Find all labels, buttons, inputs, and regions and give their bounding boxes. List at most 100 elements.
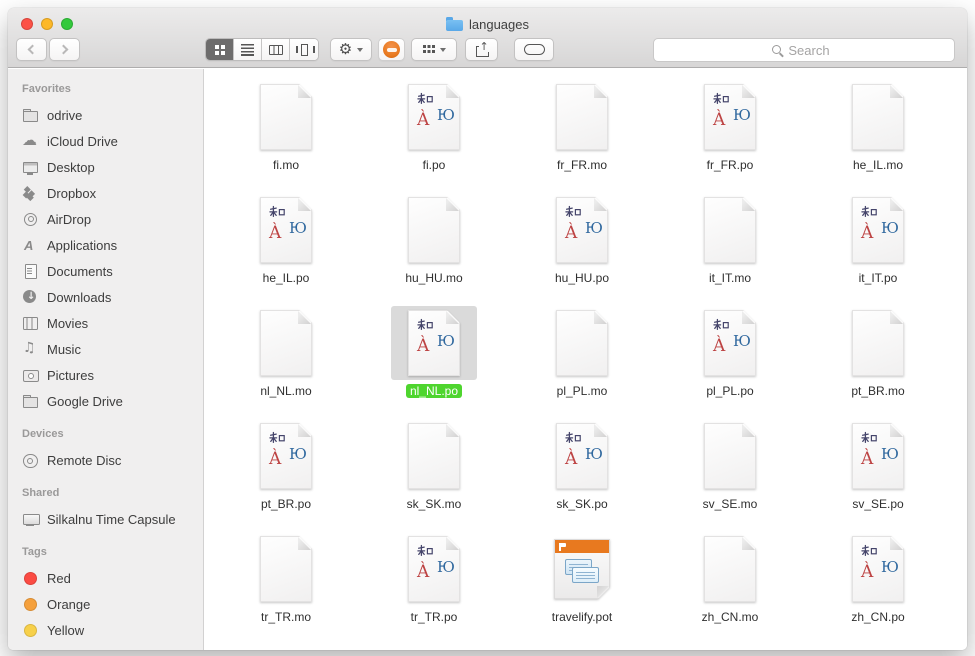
mo-file-icon	[260, 84, 312, 150]
sidebar-item-red[interactable]: Red	[8, 565, 203, 591]
sidebar-item-desktop[interactable]: Desktop	[8, 154, 203, 180]
sidebar-item-music[interactable]: Music	[8, 336, 203, 362]
column-view-button[interactable]	[262, 39, 290, 60]
forward-button[interactable]	[49, 38, 80, 61]
sidebar-item-label: Silkalnu Time Capsule	[47, 512, 176, 527]
file-icon-box: ÀЮ	[687, 80, 773, 154]
file-it_IT.po[interactable]: ÀЮit_IT.po	[804, 182, 952, 295]
po-file-icon: ÀЮ	[408, 84, 460, 150]
share-button[interactable]	[465, 38, 498, 61]
mo-file-icon	[260, 310, 312, 376]
cyrillic-glyph: Ю	[437, 108, 455, 123]
back-button[interactable]	[16, 38, 47, 61]
file-fr_FR.mo[interactable]: fr_FR.mo	[508, 69, 656, 182]
cjk-glyph	[713, 318, 729, 332]
file-nl_NL.mo[interactable]: nl_NL.mo	[212, 295, 360, 408]
file-icon-box: ÀЮ	[391, 532, 477, 606]
arrange-menu-button[interactable]	[411, 38, 457, 61]
po-file-icon: ÀЮ	[852, 423, 904, 489]
action-menu-button[interactable]: ⚙	[330, 38, 372, 61]
file-it_IT.mo[interactable]: it_IT.mo	[656, 182, 804, 295]
sidebar-item-remote-disc[interactable]: Remote Disc	[8, 447, 203, 473]
file-he_IL.po[interactable]: ÀЮhe_IL.po	[212, 182, 360, 295]
file-name: pt_BR.po	[257, 496, 315, 512]
file-icon	[704, 197, 756, 263]
sidebar-item-pictures[interactable]: Pictures	[8, 362, 203, 388]
sidebar-item-movies[interactable]: Movies	[8, 310, 203, 336]
poedit-app-button[interactable]	[378, 38, 405, 61]
file-zh_CN.po[interactable]: ÀЮ zh_CN.po	[804, 521, 952, 634]
po-file-icon: ÀЮ	[408, 536, 460, 602]
latin-glyph: À	[713, 338, 725, 355]
file-pt_BR.po[interactable]: ÀЮpt_BR.po	[212, 408, 360, 521]
po-file-icon: ÀЮ	[556, 197, 608, 263]
sidebar-item-silkalnu-time-capsule[interactable]: Silkalnu Time Capsule	[8, 506, 203, 532]
file-pl_PL.mo[interactable]: pl_PL.mo	[508, 295, 656, 408]
sidebar-item-label: Green	[47, 649, 83, 651]
cloud-icon	[22, 134, 39, 149]
sidebar-item-orange[interactable]: Orange	[8, 591, 203, 617]
sidebar-item-yellow[interactable]: Yellow	[8, 617, 203, 643]
file-icon: ÀЮ	[556, 197, 608, 263]
file-sk_SK.mo[interactable]: sk_SK.mo	[360, 408, 508, 521]
file-icon: ÀЮ	[260, 197, 312, 263]
file-icon	[852, 84, 904, 150]
file-hu_HU.po[interactable]: ÀЮhu_HU.po	[508, 182, 656, 295]
file-sv_SE.po[interactable]: ÀЮsv_SE.po	[804, 408, 952, 521]
file-nl_NL.po[interactable]: ÀЮnl_NL.po	[360, 295, 508, 408]
file-zh_CN.mo[interactable]: zh_CN.mo	[656, 521, 804, 634]
sidebar-item-green[interactable]: Green	[8, 643, 203, 650]
pot-orange-band	[555, 540, 609, 553]
cjk-glyph	[565, 431, 581, 445]
file-sk_SK.po[interactable]: ÀЮsk_SK.po	[508, 408, 656, 521]
folder-icon	[22, 108, 39, 123]
sidebar-item-label: Pictures	[47, 368, 94, 383]
file-icon-box: ÀЮ	[539, 193, 625, 267]
coverflow-view-button[interactable]	[290, 39, 318, 60]
file-name: sk_SK.mo	[403, 496, 466, 512]
search-icon	[771, 44, 784, 57]
latin-glyph: À	[565, 451, 577, 468]
sidebar-section-title: Favorites	[8, 69, 203, 102]
latin-glyph: À	[861, 451, 873, 468]
cyrillic-glyph: Ю	[437, 334, 455, 349]
sidebar-item-icloud-drive[interactable]: iCloud Drive	[8, 128, 203, 154]
file-icon-box: ÀЮ	[835, 532, 921, 606]
sidebar-item-google-drive[interactable]: Google Drive	[8, 388, 203, 414]
sidebar-item-documents[interactable]: Documents	[8, 258, 203, 284]
icon-view-button[interactable]	[206, 39, 234, 60]
latin-glyph: À	[269, 451, 281, 468]
search-field[interactable]	[653, 38, 955, 62]
file-name: zh_CN.po	[847, 609, 908, 625]
mo-file-icon	[556, 84, 608, 150]
sidebar-item-odrive[interactable]: odrive	[8, 102, 203, 128]
file-name: it_IT.po	[855, 270, 902, 286]
file-hu_HU.mo[interactable]: hu_HU.mo	[360, 182, 508, 295]
file-tr_TR.po[interactable]: ÀЮtr_TR.po	[360, 521, 508, 634]
sidebar-item-dropbox[interactable]: Dropbox	[8, 180, 203, 206]
file-fr_FR.po[interactable]: ÀЮfr_FR.po	[656, 69, 804, 182]
file-sv_SE.mo[interactable]: sv_SE.mo	[656, 408, 804, 521]
search-input[interactable]	[654, 39, 954, 61]
music-icon	[22, 342, 39, 357]
tag-button[interactable]	[514, 38, 554, 61]
file-fi.mo[interactable]: fi.mo	[212, 69, 360, 182]
file-travelify.pot[interactable]: travelify.pot	[508, 521, 656, 634]
sidebar-item-applications[interactable]: Applications	[8, 232, 203, 258]
sidebar-item-downloads[interactable]: Downloads	[8, 284, 203, 310]
mo-file-icon	[704, 197, 756, 263]
file-fi.po[interactable]: ÀЮfi.po	[360, 69, 508, 182]
cyrillic-glyph: Ю	[881, 560, 899, 575]
file-tr_TR.mo[interactable]: tr_TR.mo	[212, 521, 360, 634]
sidebar-item-airdrop[interactable]: AirDrop	[8, 206, 203, 232]
file-icon-box	[687, 419, 773, 493]
file-he_IL.mo[interactable]: he_IL.mo	[804, 69, 952, 182]
sidebar-section-title: Shared	[8, 473, 203, 506]
sidebar-item-label: Documents	[47, 264, 113, 279]
file-icon: ÀЮ	[408, 536, 460, 602]
file-name: pt_BR.mo	[847, 383, 908, 399]
file-pl_PL.po[interactable]: ÀЮpl_PL.po	[656, 295, 804, 408]
file-pt_BR.mo[interactable]: pt_BR.mo	[804, 295, 952, 408]
file-icon	[556, 310, 608, 376]
list-view-button[interactable]	[234, 39, 262, 60]
